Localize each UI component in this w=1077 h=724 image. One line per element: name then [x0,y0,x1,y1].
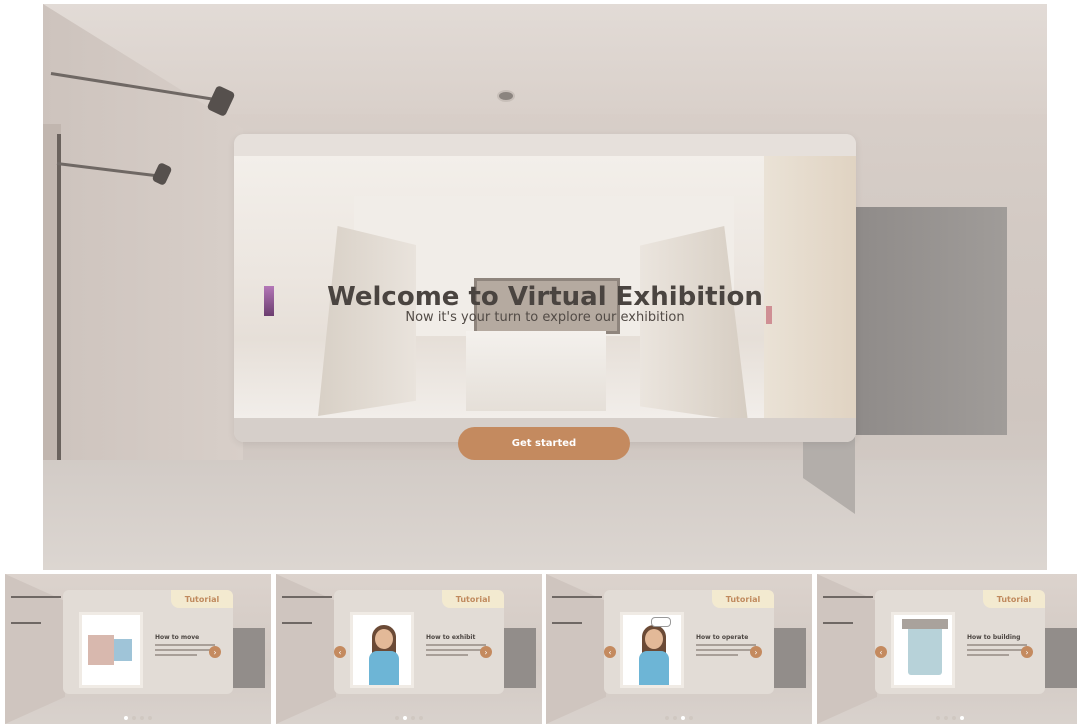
tutorial-description [696,644,756,659]
tutorial-thumbnail: Tutorial How to operate ‹ › [546,574,812,724]
gallery-floor [43,460,1047,570]
next-arrow-icon[interactable]: › [750,646,762,658]
speech-bubble-icon [651,617,671,627]
page-dot[interactable] [936,716,940,720]
page-dot[interactable] [395,716,399,720]
tutorial-tab: Tutorial [983,590,1045,608]
avatar-body [639,651,669,685]
gallery-partition [229,628,265,688]
tutorial-card: Tutorial How to exhibit [334,590,504,694]
get-started-button[interactable]: Get started [458,427,630,460]
page-dot[interactable] [419,716,423,720]
page-dot[interactable] [960,716,964,720]
spotlight-arm [11,622,41,624]
gallery-partition [500,628,536,688]
preview-box [88,635,114,665]
page-dot[interactable] [403,716,407,720]
building-icon [908,625,942,675]
spotlight-arm [282,596,332,598]
tutorial-heading: How to move [155,634,200,641]
ceiling-light-icon [497,90,515,102]
tutorial-tab: Tutorial [171,590,233,608]
page-dot[interactable] [411,716,415,720]
next-arrow-icon[interactable]: › [1021,646,1033,658]
page-dot[interactable] [148,716,152,720]
tutorial-thumbnail: Tutorial How to move › [5,574,271,724]
spotlight-arm [552,622,582,624]
tutorial-image [620,612,684,688]
dialog-header [234,134,856,156]
wall-panel-edge [57,134,61,484]
page-dot[interactable] [124,716,128,720]
page-dot[interactable] [665,716,669,720]
preview-box [114,639,132,661]
tutorial-description [155,644,215,659]
tutorial-card: Tutorial How to move [63,590,233,694]
page-dot[interactable] [952,716,956,720]
page-dot[interactable] [944,716,948,720]
avatar [375,629,393,649]
prev-arrow-icon[interactable]: ‹ [334,646,346,658]
tutorial-tab: Tutorial [442,590,504,608]
tutorial-image [350,612,414,688]
gallery-partition [770,628,806,688]
pagination-dots [817,716,1077,720]
tutorial-tab: Tutorial [712,590,774,608]
tutorial-card: Tutorial How to building [875,590,1045,694]
gallery-partition [1041,628,1077,688]
pagination-dots [276,716,542,720]
spotlight-arm [552,596,602,598]
tutorial-heading: How to exhibit [426,634,476,641]
prev-arrow-icon[interactable]: ‹ [604,646,616,658]
exhibition-scene: Welcome to Virtual Exhibition Now it's y… [43,4,1047,570]
tutorial-heading: How to building [967,634,1021,641]
welcome-subtitle: Now it's your turn to explore our exhibi… [405,310,685,325]
tutorial-description [967,644,1027,659]
tutorial-thumbnail: Tutorial How to exhibit ‹ › [276,574,542,724]
welcome-dialog: Welcome to Virtual Exhibition Now it's y… [234,134,856,442]
avatar [645,629,663,649]
spotlight-arm [11,596,61,598]
preview-display-table [466,331,606,411]
pagination-dots [546,716,812,720]
page-dot[interactable] [140,716,144,720]
page-dot[interactable] [673,716,677,720]
tutorial-card: Tutorial How to operate [604,590,774,694]
welcome-title: Welcome to Virtual Exhibition [327,282,763,312]
next-arrow-icon[interactable]: › [209,646,221,658]
tutorial-description [426,644,486,659]
pagination-dots [5,716,271,720]
page-dot[interactable] [132,716,136,720]
spotlight-arm [823,596,873,598]
prev-arrow-icon[interactable]: ‹ [875,646,887,658]
tutorial-thumbnail: Tutorial How to building ‹ › [817,574,1077,724]
tutorial-heading: How to operate [696,634,749,641]
next-arrow-icon[interactable]: › [480,646,492,658]
page-dot[interactable] [689,716,693,720]
spotlight-arm [282,622,312,624]
tutorial-image [79,612,143,688]
avatar-body [369,651,399,685]
gallery-partition [855,207,1007,435]
roof-icon [902,619,948,629]
spotlight-arm [823,622,853,624]
page-dot[interactable] [681,716,685,720]
tutorial-image [891,612,955,688]
